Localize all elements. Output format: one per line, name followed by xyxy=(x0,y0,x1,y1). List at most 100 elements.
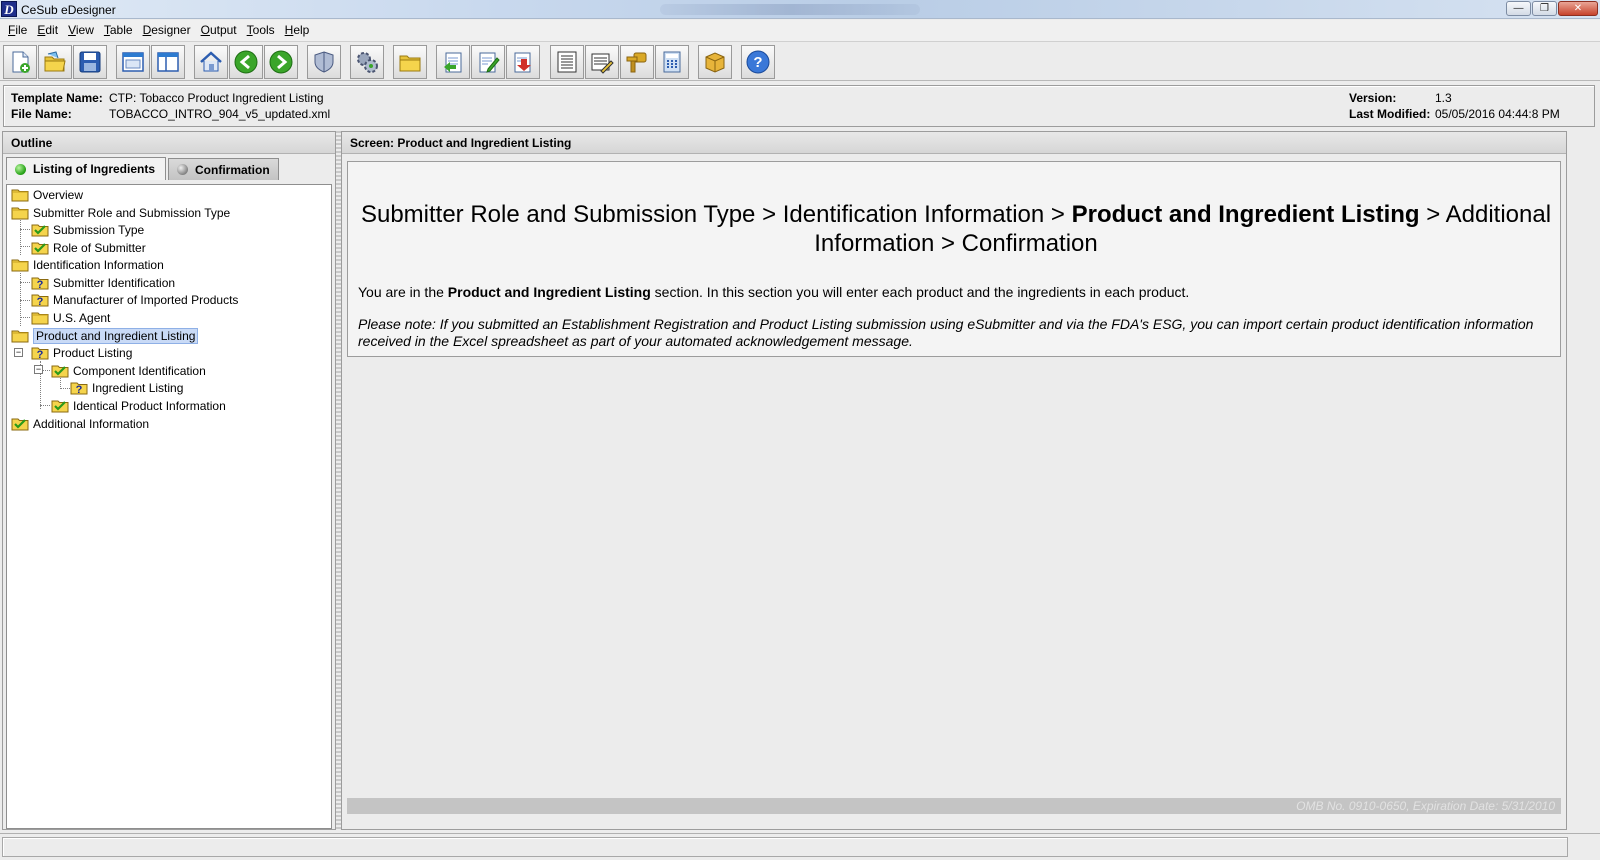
settings-gears-icon xyxy=(357,52,378,73)
import-button[interactable] xyxy=(436,45,470,79)
split-view-button[interactable] xyxy=(151,45,185,79)
tree-item-ingredient-listing[interactable]: ? Ingredient Listing xyxy=(70,379,183,396)
import-icon xyxy=(444,52,462,73)
import-note-text: Please note: If you submitted an Establi… xyxy=(358,316,1534,349)
minimize-button[interactable]: — xyxy=(1506,1,1531,16)
menu-table[interactable]: Table xyxy=(100,20,137,41)
folder-icon xyxy=(11,257,29,272)
tree-item-label: U.S. Agent xyxy=(53,310,111,325)
tree-item-overview[interactable]: Overview xyxy=(11,186,83,203)
menu-label: dit xyxy=(45,23,59,37)
intro-section-name: Product and Ingredient Listing xyxy=(447,284,651,300)
tree-item-submitter-identification[interactable]: ? Submitter Identification xyxy=(31,274,175,291)
close-button[interactable]: ✕ xyxy=(1558,1,1598,16)
file-name-label: File Name: xyxy=(11,107,72,121)
last-modified-value: 05/05/2016 04:44:8 PM xyxy=(1435,107,1560,121)
list-button[interactable] xyxy=(550,45,584,79)
edit-button[interactable] xyxy=(471,45,505,79)
tree-item-label: Role of Submitter xyxy=(53,240,146,255)
tree-item-product-and-ingredient-listing[interactable]: Product and Ingredient Listing xyxy=(11,327,199,344)
intro-prefix: You are in the xyxy=(358,284,448,300)
question-folder-icon: ? xyxy=(31,345,49,361)
split-view-icon xyxy=(157,52,179,72)
collapse-product-listing-toggle[interactable]: − xyxy=(14,348,23,357)
tree-item-identification-information[interactable]: Identification Information xyxy=(11,256,164,273)
menu-tools[interactable]: Tools xyxy=(243,20,279,41)
tree-connector xyxy=(60,388,70,389)
maximize-button[interactable]: ❐ xyxy=(1532,1,1557,16)
settings-button[interactable] xyxy=(350,45,384,79)
home-button[interactable] xyxy=(194,45,228,79)
tree-item-component-identification[interactable]: Component Identification xyxy=(51,362,206,379)
tree-item-additional-information[interactable]: Additional Information xyxy=(11,415,149,432)
tree-item-label: Submission Type xyxy=(53,222,145,237)
tree-connector xyxy=(20,317,30,318)
tree-item-label: Additional Information xyxy=(33,416,150,431)
new-file-button[interactable] xyxy=(3,45,37,79)
menu-help[interactable]: Help xyxy=(281,20,314,41)
tree-item-identical-product-information[interactable]: Identical Product Information xyxy=(51,397,226,414)
menu-designer[interactable]: Designer xyxy=(139,20,195,41)
properties-icon xyxy=(591,53,614,74)
tab-listing-of-ingredients[interactable]: Listing of Ingredients xyxy=(6,157,166,180)
question-folder-icon: ? xyxy=(31,275,49,291)
key-icon xyxy=(626,52,647,73)
tree-item-submitter-role-and-submission-type[interactable]: Submitter Role and Submission Type xyxy=(11,204,230,221)
list-icon xyxy=(557,51,577,73)
export-icon xyxy=(514,52,531,73)
tree-connector xyxy=(40,405,50,406)
tree-item-label: Component Identification xyxy=(73,363,206,378)
tree-item-manufacturer-of-imported-products[interactable]: ? Manufacturer of Imported Products xyxy=(31,291,238,308)
help-button[interactable]: ? xyxy=(741,45,775,79)
menu-mnemonic: V xyxy=(68,23,76,37)
menu-file[interactable]: File xyxy=(4,20,31,41)
save-button[interactable] xyxy=(73,45,107,79)
calculator-button[interactable] xyxy=(655,45,689,79)
checked-folder-icon xyxy=(31,240,49,255)
tab-confirmation[interactable]: Confirmation xyxy=(168,158,279,180)
tree-item-product-listing[interactable]: ? Product Listing xyxy=(31,344,132,361)
template-name-label: Template Name: xyxy=(11,91,103,105)
collapse-component-identification-toggle[interactable]: − xyxy=(34,365,43,374)
shield-button[interactable] xyxy=(307,45,341,79)
window-icon xyxy=(122,52,144,72)
template-name-value: CTP: Tobacco Product Ingredient Listing xyxy=(109,91,324,105)
section-intro-text: You are in the Product and Ingredient Li… xyxy=(358,284,1189,300)
tree-item-submission-type[interactable]: Submission Type xyxy=(31,221,144,238)
properties-button[interactable] xyxy=(585,45,619,79)
question-folder-icon: ? xyxy=(70,380,88,396)
tree-connector xyxy=(20,282,30,283)
breadcrumb-before: Submitter Role and Submission Type > Ide… xyxy=(360,201,1072,228)
checked-folder-icon xyxy=(51,363,69,378)
back-button[interactable] xyxy=(229,45,263,79)
tree-item-label: Product and Ingredient Listing xyxy=(33,327,199,344)
tree-item-label: Ingredient Listing xyxy=(92,380,184,395)
svg-text:?: ? xyxy=(753,54,762,71)
status-gray-icon xyxy=(177,164,188,175)
last-modified-label: Last Modified: xyxy=(1349,107,1431,121)
tree-connector xyxy=(20,300,30,301)
shield-icon xyxy=(314,51,334,73)
key-button[interactable] xyxy=(620,45,654,79)
outline-header: Outline xyxy=(3,132,335,154)
tree-item-u-s-agent[interactable]: U.S. Agent xyxy=(31,309,110,326)
menu-output[interactable]: Output xyxy=(197,20,241,41)
folder-icon xyxy=(31,310,49,325)
breadcrumb-current: Product and Ingredient Listing xyxy=(1071,201,1420,228)
menu-view[interactable]: View xyxy=(64,20,98,41)
folder-icon xyxy=(11,187,29,202)
open-button[interactable] xyxy=(38,45,72,79)
file-name-value: TOBACCO_INTRO_904_v5_updated.xml xyxy=(109,107,331,121)
section-breadcrumb: Submitter Role and Submission Type > Ide… xyxy=(358,200,1554,258)
tree-item-role-of-submitter[interactable]: Role of Submitter xyxy=(31,239,146,256)
status-field xyxy=(2,837,1568,857)
tab-label: Confirmation xyxy=(195,162,270,177)
export-button[interactable] xyxy=(506,45,540,79)
package-button[interactable] xyxy=(698,45,732,79)
app-logo-icon: D xyxy=(1,1,17,17)
toolbar: ? xyxy=(0,41,1600,81)
window-button[interactable] xyxy=(116,45,150,79)
menu-edit[interactable]: Edit xyxy=(33,20,62,41)
browse-folder-button[interactable] xyxy=(393,45,427,79)
forward-button[interactable] xyxy=(264,45,298,79)
